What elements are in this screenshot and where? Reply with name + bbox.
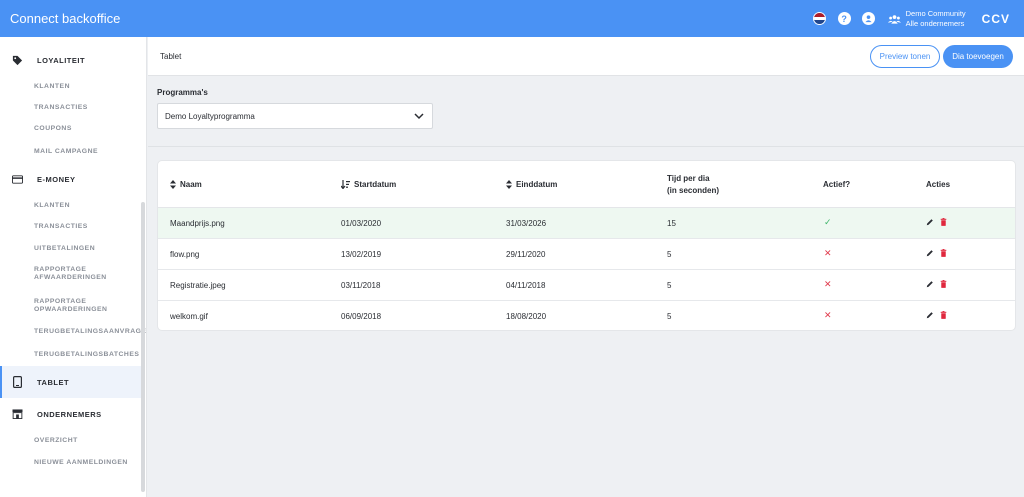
edit-icon[interactable] (926, 311, 934, 319)
table-row[interactable]: welkom.gif 06/09/2018 18/08/2020 5 ✕ (158, 301, 1015, 330)
column-header-einddatum[interactable]: Einddatum (506, 180, 557, 189)
cell-einddatum: 29/11/2020 (506, 250, 546, 259)
sidebar-section-label: ONDERNEMERS (37, 409, 102, 419)
cell-naam: flow.png (170, 250, 200, 259)
slides-table: Naam Startdatum Einddatum Tijd per dia (… (157, 160, 1016, 331)
language-flag-icon[interactable] (812, 12, 826, 25)
program-select[interactable]: Demo Loyaltyprogramma (157, 103, 433, 129)
inactive-cross-icon: ✕ (824, 248, 832, 258)
table-row[interactable]: Registratie.jpeg 03/11/2018 04/11/2018 5 ✕ (158, 270, 1015, 301)
user-icon[interactable] (861, 12, 875, 25)
page-header: Tablet Preview tonen Dia toevoegen (148, 37, 1024, 76)
sort-descending-icon (341, 180, 350, 189)
program-select-value: Demo Loyaltyprogramma (165, 111, 255, 121)
cell-tijd: 5 (667, 281, 672, 290)
cell-startdatum: 01/03/2020 (341, 219, 382, 228)
cell-startdatum: 13/02/2019 (341, 250, 382, 259)
program-label: Programma's (157, 88, 208, 97)
sidebar-item-coupons[interactable]: COUPONS (0, 125, 72, 133)
column-header-acties: Acties (926, 180, 951, 189)
table-header: Naam Startdatum Einddatum Tijd per dia (… (158, 161, 1015, 208)
row-actions (926, 311, 947, 319)
column-header-actief: Actief? (823, 180, 851, 189)
community-name: Demo Community (905, 8, 966, 18)
sort-icon (170, 180, 176, 189)
sidebar-item-mail-campagne[interactable]: MAIL CAMPAGNE (0, 148, 98, 156)
cell-tijd: 15 (667, 219, 676, 228)
ccv-logo: CCV (981, 11, 1010, 26)
app-title[interactable]: Connect backoffice (10, 11, 120, 26)
sidebar-section-label: LOYALITEIT (37, 55, 86, 65)
cell-startdatum: 06/09/2018 (341, 312, 382, 321)
sidebar-item-terugbetalingsbatches[interactable]: TERUGBETALINGSBATCHES (0, 351, 139, 359)
group-icon (887, 14, 901, 24)
cell-startdatum: 03/11/2018 (341, 281, 381, 290)
delete-icon[interactable] (940, 311, 947, 319)
cell-einddatum: 18/08/2020 (506, 312, 547, 321)
cell-naam: welkom.gif (170, 312, 208, 321)
cell-einddatum: 04/11/2018 (506, 281, 546, 290)
card-icon (12, 174, 23, 185)
active-check-icon: ✓ (824, 217, 832, 227)
inactive-cross-icon: ✕ (824, 279, 832, 289)
cell-naam: Registratie.jpeg (170, 281, 226, 290)
sidebar: LOYALITEIT KLANTEN TRANSACTIES COUPONS M… (0, 37, 147, 497)
tablet-icon (12, 376, 23, 388)
column-header-tijd-per-dia: Tijd per dia (in seconden) (667, 174, 720, 195)
sidebar-item-nieuwe-aanmeldingen[interactable]: NIEUWE AANMELDINGEN (0, 459, 128, 467)
column-header-startdatum[interactable]: Startdatum (341, 180, 396, 189)
edit-icon[interactable] (926, 280, 934, 288)
edit-icon[interactable] (926, 249, 934, 257)
sidebar-section-label: TABLET (37, 377, 70, 387)
tag-icon (12, 55, 23, 66)
sidebar-item-transacties[interactable]: TRANSACTIES (0, 104, 88, 112)
row-actions (926, 249, 947, 257)
sidebar-item-klanten[interactable]: KLANTEN (0, 202, 70, 210)
delete-icon[interactable] (940, 218, 947, 226)
cell-tijd: 5 (667, 312, 672, 321)
cell-einddatum: 31/03/2026 (506, 219, 547, 228)
sidebar-section-label: E-MONEY (37, 174, 76, 184)
table-row[interactable]: Maandprijs.png 01/03/2020 31/03/2026 15 ✓ (158, 208, 1015, 239)
sidebar-scrollbar[interactable] (141, 202, 145, 492)
breadcrumb: Tablet (160, 52, 182, 61)
sidebar-item-overzicht[interactable]: OVERZICHT (0, 437, 78, 445)
column-header-naam[interactable]: Naam (170, 180, 202, 189)
sidebar-section-tablet: TABLET (0, 371, 69, 393)
sidebar-item-terugbetalingsaanvragen[interactable]: TERUGBETALINGSAANVRAGEN (0, 328, 146, 336)
inactive-cross-icon: ✕ (824, 310, 832, 320)
community-sub: Alle ondernemers (905, 18, 965, 28)
row-actions (926, 218, 947, 226)
sidebar-item-rapportage-afwaarderingen[interactable]: RAPPORTAGE AFWAARDERINGEN (0, 266, 110, 282)
help-icon[interactable]: ? (837, 12, 851, 25)
cell-tijd: 5 (667, 250, 672, 259)
chevron-down-icon (414, 113, 424, 120)
delete-icon[interactable] (940, 249, 947, 257)
preview-button[interactable]: Preview tonen (870, 45, 940, 68)
delete-icon[interactable] (940, 280, 947, 288)
sort-icon (506, 180, 512, 189)
cell-naam: Maandprijs.png (170, 219, 225, 228)
edit-icon[interactable] (926, 218, 934, 226)
community-switcher[interactable]: Demo Community Alle ondernemers (887, 8, 966, 29)
sidebar-item-klanten[interactable]: KLANTEN (0, 83, 70, 91)
section-divider (148, 146, 1024, 147)
top-bar-actions: ? Demo Community Alle ondernemers CCV (812, 0, 1024, 37)
table-row[interactable]: flow.png 13/02/2019 29/11/2020 5 ✕ (158, 239, 1015, 270)
sidebar-section-ondernemers: ONDERNEMERS (0, 403, 102, 425)
sidebar-item-transacties[interactable]: TRANSACTIES (0, 223, 88, 231)
row-actions (926, 280, 947, 288)
sidebar-section-loyaliteit: LOYALITEIT (0, 49, 85, 71)
sidebar-item-rapportage-opwaarderingen[interactable]: RAPPORTAGE OPWAARDERINGEN (0, 298, 110, 314)
store-icon (12, 409, 23, 420)
sidebar-section-e-money: E-MONEY (0, 168, 76, 190)
add-slide-button[interactable]: Dia toevoegen (943, 45, 1013, 68)
sidebar-item-uitbetalingen[interactable]: UITBETALINGEN (0, 245, 95, 253)
top-bar: Connect backoffice ? Demo Community Alle… (0, 0, 1024, 37)
